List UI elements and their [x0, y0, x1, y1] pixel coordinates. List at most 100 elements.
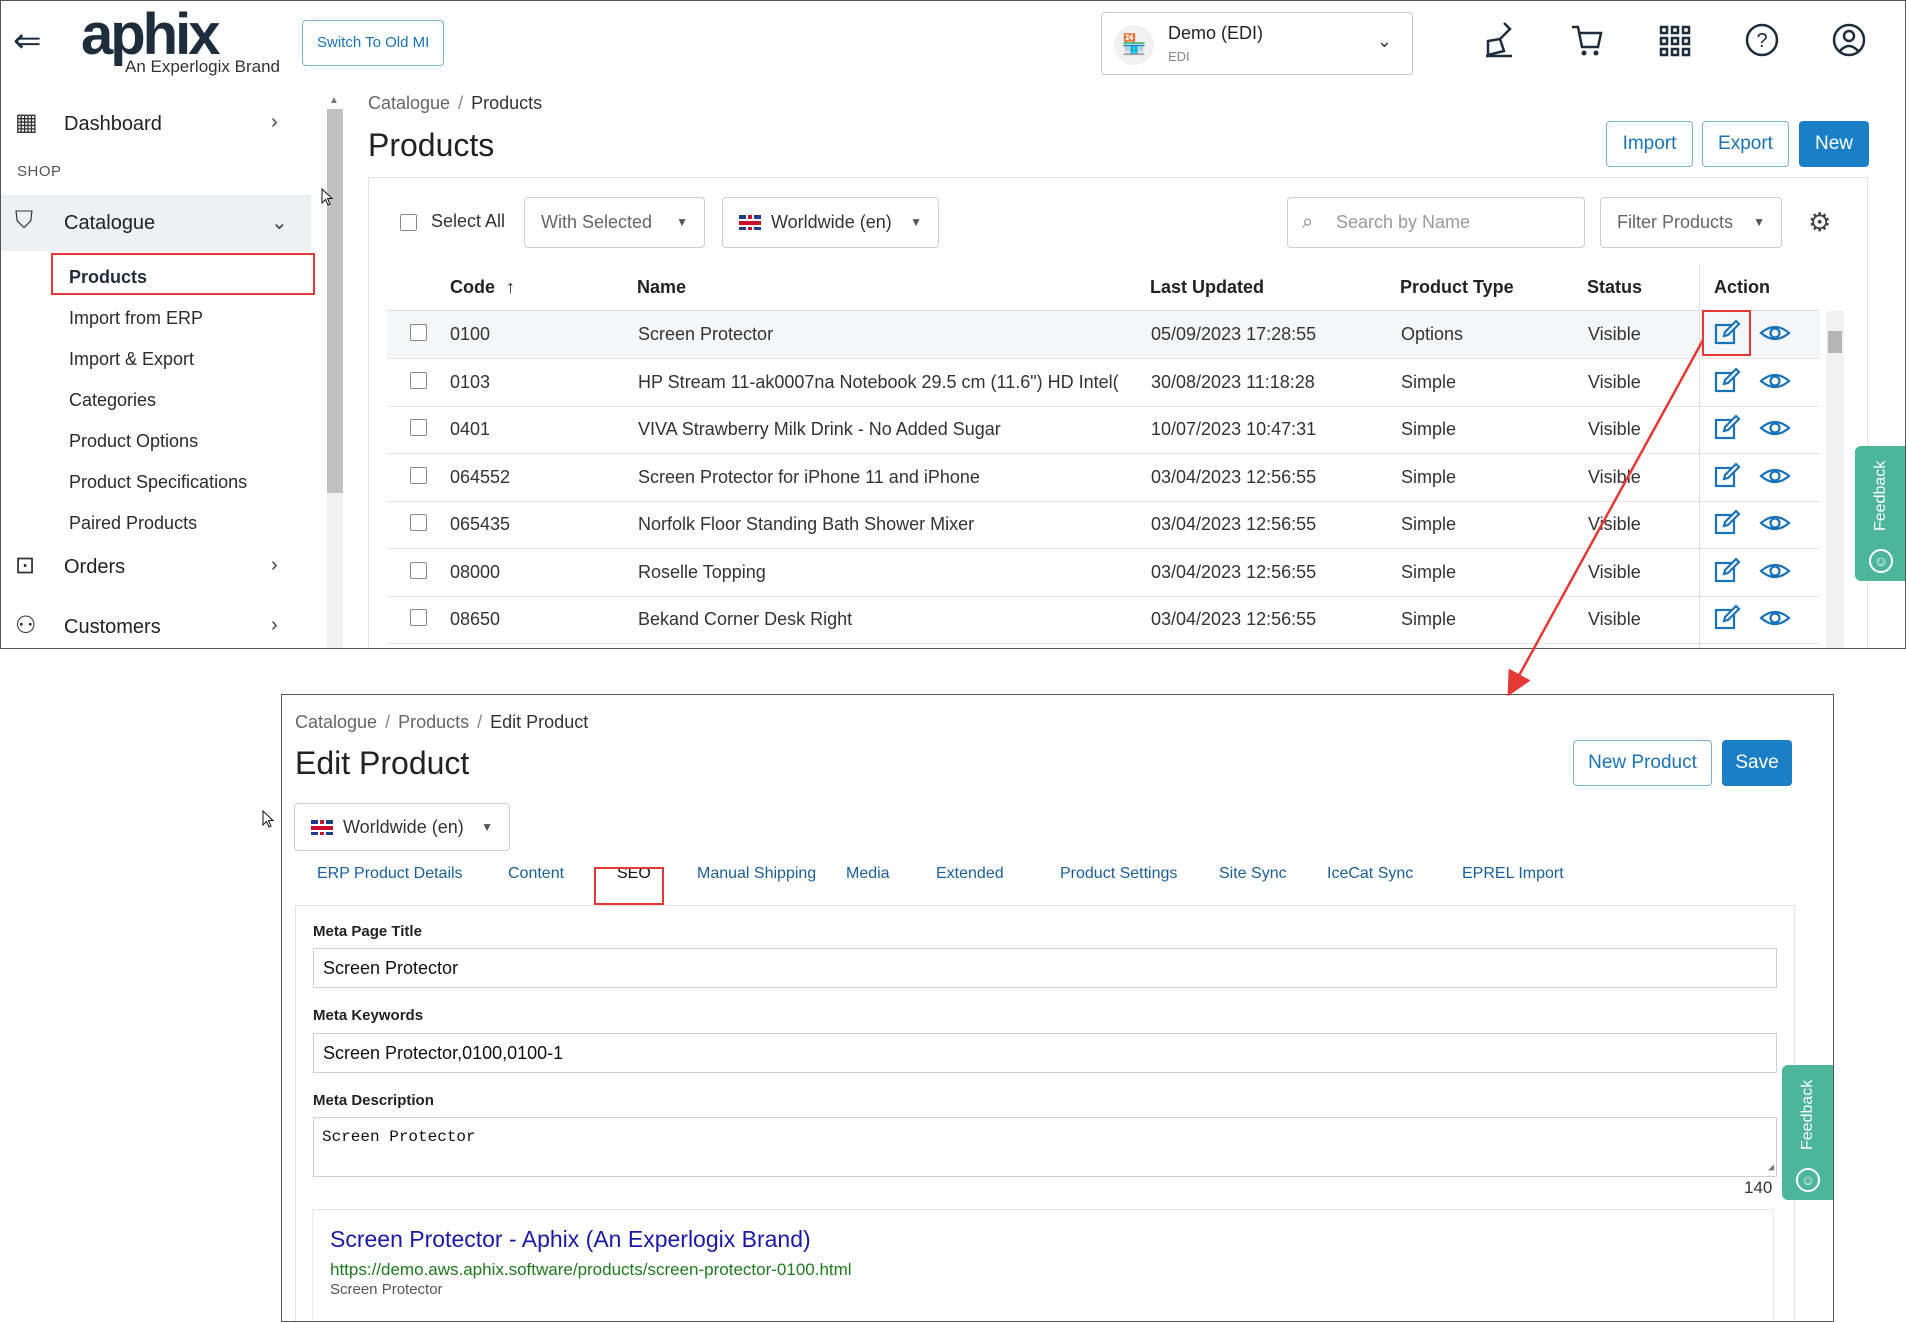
apps-grid-icon[interactable]: [1655, 21, 1695, 63]
feedback-tab[interactable]: Feedback ☺: [1782, 1065, 1833, 1200]
row-checkbox[interactable]: [410, 466, 427, 484]
new-product-button[interactable]: New Product: [1573, 740, 1712, 786]
tab-site-sync[interactable]: Site Sync: [1219, 865, 1287, 883]
eye-icon[interactable]: [1759, 604, 1791, 634]
tab-manual-shipping[interactable]: Manual Shipping: [697, 865, 816, 883]
broom-icon[interactable]: [1479, 21, 1519, 63]
edit-icon[interactable]: [1713, 414, 1743, 444]
row-checkbox[interactable]: [410, 371, 427, 389]
table-row[interactable]: 0401 VIVA Strawberry Milk Drink - No Adde…: [387, 406, 1820, 454]
caret-down-icon: ▼: [676, 215, 688, 229]
sidebar-item-catalogue[interactable]: ⛉ Catalogue ⌄: [1, 195, 311, 251]
eye-icon[interactable]: [1759, 367, 1791, 397]
sidebar-subitem-categories[interactable]: Categories: [69, 390, 156, 411]
meta-title-input[interactable]: Screen Protector: [313, 948, 1777, 988]
tab-eprel-import[interactable]: EPREL Import: [1462, 865, 1564, 883]
save-button[interactable]: Save: [1722, 740, 1792, 786]
cart-icon[interactable]: [1567, 21, 1607, 63]
table-scrollbar[interactable]: [1826, 311, 1844, 648]
edit-icon[interactable]: [1713, 461, 1743, 492]
cell-name: Bekand Corner Desk Right: [638, 609, 853, 629]
page-title: Products: [368, 127, 495, 163]
locale-dropdown[interactable]: Worldwide (en) ▼: [294, 803, 510, 851]
store-selector[interactable]: 🏪 Demo (EDI) EDI ⌄: [1101, 12, 1413, 75]
dashboard-icon: ▦: [15, 109, 38, 136]
edit-icon[interactable]: [1713, 556, 1743, 587]
meta-description-textarea[interactable]: Screen Protector ◢: [313, 1117, 1777, 1177]
table-row[interactable]: 08650 Bekand Corner Desk Right 03/04/2023 …: [387, 596, 1820, 644]
eye-icon[interactable]: [1759, 557, 1791, 587]
tab-icecat-sync[interactable]: IceCat Sync: [1327, 865, 1413, 883]
breadcrumb-products[interactable]: Products: [398, 712, 469, 732]
edit-icon[interactable]: [1713, 366, 1743, 397]
table-row[interactable]: 08000 Roselle Topping 03/04/2023 12:56:55 S…: [387, 549, 1820, 597]
sidebar-item-customers[interactable]: ⚇ Customers ›: [1, 602, 311, 648]
breadcrumb-catalogue[interactable]: Catalogue: [368, 93, 450, 113]
feedback-label: Feedback: [1872, 460, 1889, 532]
store-name: Demo (EDI): [1168, 23, 1264, 43]
sidebar-section-shop: SHOP: [17, 163, 62, 180]
mouse-cursor-icon: [321, 188, 333, 206]
new-button[interactable]: New: [1799, 121, 1869, 167]
column-product-type[interactable]: Product Type: [1400, 277, 1514, 298]
row-checkbox[interactable]: [410, 419, 427, 436]
sidebar-subitem-import-erp[interactable]: Import from ERP: [69, 308, 203, 329]
eye-icon[interactable]: [1759, 319, 1791, 349]
column-status[interactable]: Status: [1587, 277, 1642, 298]
row-checkbox[interactable]: [410, 561, 427, 579]
breadcrumb-catalogue[interactable]: Catalogue: [295, 712, 377, 732]
row-checkbox[interactable]: [410, 324, 427, 341]
with-selected-label: With Selected: [541, 212, 653, 232]
column-code[interactable]: Code ↑: [450, 277, 515, 298]
char-counter: 140: [1744, 1178, 1773, 1197]
row-checkbox[interactable]: [410, 514, 427, 531]
table-scroll-thumb[interactable]: [1828, 331, 1842, 353]
tab-content[interactable]: Content: [508, 865, 564, 883]
eye-icon[interactable]: [1759, 414, 1791, 444]
tab-erp-product-details[interactable]: ERP Product Details: [317, 865, 463, 883]
scroll-up-icon[interactable]: ▲: [329, 95, 339, 106]
tab-product-settings[interactable]: Product Settings: [1060, 865, 1177, 883]
help-icon[interactable]: ?: [1742, 21, 1782, 63]
edit-icon[interactable]: [1713, 509, 1743, 539]
feedback-tab[interactable]: Feedback ☺: [1855, 446, 1905, 581]
search-input[interactable]: ⌕ Search by Name: [1287, 197, 1585, 248]
sidebar-subitem-product-options[interactable]: Product Options: [69, 431, 198, 452]
table-row[interactable]: 0100 Screen Protector 05/09/2023 17:28:55 O…: [387, 311, 1820, 359]
sidebar-item-dashboard[interactable]: ▦ Dashboard ›: [1, 99, 311, 149]
tab-media[interactable]: Media: [846, 865, 890, 883]
search-placeholder: Search by Name: [1336, 212, 1471, 232]
settings-gear-icon[interactable]: ⚙: [1808, 207, 1831, 238]
tab-extended[interactable]: Extended: [936, 865, 1004, 883]
cell-code: 064552: [450, 466, 511, 487]
locale-dropdown[interactable]: Worldwide (en) ▼: [722, 197, 939, 248]
sidebar-item-label: Orders: [64, 556, 126, 578]
export-button[interactable]: Export: [1702, 121, 1789, 167]
sidebar-subitem-product-specifications[interactable]: Product Specifications: [69, 472, 247, 493]
sidebar-subitem-import-export[interactable]: Import & Export: [69, 349, 194, 370]
import-button[interactable]: Import: [1606, 121, 1693, 167]
edit-product-screenshot: Catalogue / Products / Edit Product Edit Pro…: [281, 694, 1834, 1322]
user-icon[interactable]: [1829, 21, 1869, 63]
table-row[interactable]: 065435 Norfolk Floor Standing Bath Shower…: [387, 501, 1820, 549]
meta-keywords-input[interactable]: Screen Protector,0100,0100-1: [313, 1033, 1777, 1073]
sidebar-scroll-thumb[interactable]: [327, 109, 343, 493]
eye-icon[interactable]: [1759, 462, 1791, 492]
column-action: Action: [1714, 277, 1770, 297]
resize-handle-icon[interactable]: ◢: [1768, 1162, 1774, 1174]
select-all-checkbox[interactable]: [400, 214, 417, 231]
sidebar-subitem-paired-products[interactable]: Paired Products: [69, 513, 197, 534]
column-name[interactable]: Name: [637, 277, 686, 298]
edit-icon[interactable]: [1713, 604, 1743, 634]
switch-old-mi-button[interactable]: Switch To Old MI: [302, 20, 445, 66]
column-last-updated[interactable]: Last Updated: [1150, 277, 1264, 298]
eye-icon[interactable]: [1759, 509, 1791, 539]
row-checkbox[interactable]: [410, 609, 427, 626]
with-selected-dropdown[interactable]: With Selected ▼: [524, 197, 705, 248]
table-row[interactable]: 0103 HP Stream 11-ak0007na Notebook 29.5 …: [387, 359, 1820, 407]
table-row[interactable]: 064552 Screen Protector for iPhone 11 and…: [387, 454, 1820, 502]
sidebar-item-orders[interactable]: ⊡ Orders ›: [1, 542, 311, 592]
mouse-cursor-icon: [262, 810, 274, 828]
menu-collapse-icon[interactable]: ⇐: [13, 24, 49, 61]
filter-products-dropdown[interactable]: Filter Products ▼: [1600, 197, 1782, 248]
